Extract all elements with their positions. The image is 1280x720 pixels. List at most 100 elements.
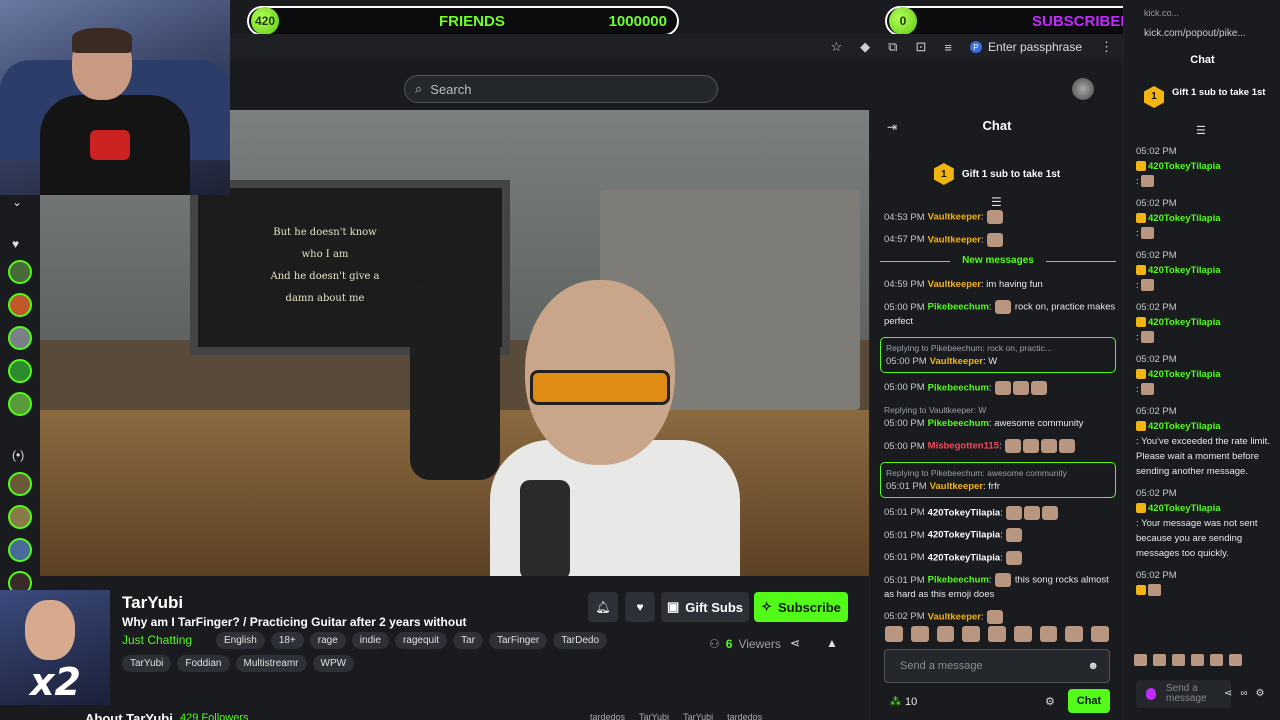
chat-message-input[interactable]: Send a message ☻ bbox=[884, 649, 1110, 683]
pinned-gift-banner[interactable]: 1 Gift 1 sub to take 1st bbox=[870, 154, 1124, 194]
social-link-x[interactable]: tardedos bbox=[590, 712, 625, 720]
channel-points[interactable]: ⁂ 10 bbox=[890, 695, 917, 709]
emote-button[interactable] bbox=[1191, 654, 1204, 666]
message-user[interactable]: 420TokeyTilapia bbox=[1148, 161, 1221, 172]
message-user[interactable]: 420TokeyTilapia bbox=[1148, 265, 1221, 276]
message-time: 04:53 PM bbox=[884, 211, 925, 223]
recommended-channel-avatar[interactable] bbox=[8, 472, 32, 496]
message-user[interactable]: 420TokeyTilapia bbox=[1148, 213, 1221, 224]
tag-chip[interactable]: TarYubi bbox=[122, 655, 172, 672]
message-user[interactable]: Vaultkeeper bbox=[928, 234, 981, 245]
social-link-tiktok[interactable]: tardedos bbox=[727, 712, 762, 720]
star-icon[interactable]: ☆ bbox=[830, 39, 842, 55]
emote-button[interactable] bbox=[1229, 654, 1242, 666]
tag-chip[interactable]: TarDedo bbox=[553, 632, 608, 649]
emote-button[interactable] bbox=[1013, 626, 1032, 642]
tag-chip[interactable]: TarFinger bbox=[488, 632, 548, 649]
tag-chip[interactable]: rage bbox=[309, 632, 346, 649]
message-user[interactable]: Pikebeechum bbox=[928, 382, 989, 393]
popout-pinned-banner[interactable]: 1 Gift 1 sub to take 1st bbox=[1144, 86, 1274, 108]
passphrase-chip[interactable]: P Enter passphrase bbox=[969, 40, 1082, 54]
popout-tab-title[interactable]: kick.co... bbox=[1144, 8, 1179, 18]
extensions-puzzle-icon[interactable]: ⧉ bbox=[888, 39, 897, 55]
live-broadcast-icon[interactable]: (•) bbox=[12, 448, 24, 462]
emote-button[interactable] bbox=[1153, 654, 1166, 666]
filter-icon[interactable]: ☰ bbox=[991, 195, 1002, 209]
recommended-channel-avatar[interactable] bbox=[8, 505, 32, 529]
badge-icon bbox=[1136, 265, 1146, 276]
followed-channel-avatar[interactable] bbox=[8, 359, 32, 383]
message-text: : bbox=[1136, 228, 1139, 239]
share-icon[interactable]: ⋖ bbox=[790, 636, 800, 650]
message-user[interactable]: Vaultkeeper bbox=[928, 611, 981, 622]
tag-chip[interactable]: ragequit bbox=[394, 632, 448, 649]
recommended-channel-avatar[interactable] bbox=[8, 538, 32, 562]
screenshot-icon[interactable]: ⊡ bbox=[915, 39, 926, 55]
tag-chip[interactable]: Multistreamr bbox=[235, 655, 307, 672]
gift-subs-button[interactable]: ▣ Gift Subs bbox=[661, 592, 749, 622]
chevron-down-icon[interactable]: ⌄ bbox=[12, 195, 22, 209]
message-user[interactable]: Misbegotten115 bbox=[928, 441, 999, 452]
followed-channel-avatar[interactable] bbox=[8, 293, 32, 317]
streamer-name[interactable]: TarYubi bbox=[122, 593, 183, 613]
emote-button[interactable] bbox=[1134, 654, 1147, 666]
social-link-kick[interactable]: TarYubi bbox=[639, 712, 669, 720]
gear-icon[interactable]: ⚙ bbox=[1256, 688, 1265, 699]
message-user[interactable]: 420TokeyTilapia bbox=[928, 507, 1001, 518]
emote-button[interactable] bbox=[1065, 626, 1084, 642]
message-user[interactable]: 420TokeyTilapia bbox=[928, 530, 1001, 541]
emote-button[interactable] bbox=[910, 626, 929, 642]
followed-channel-avatar[interactable] bbox=[8, 260, 32, 284]
tag-chip[interactable]: 18+ bbox=[270, 632, 304, 649]
follow-heart-button[interactable]: ♥ bbox=[625, 592, 655, 622]
stream-category[interactable]: Just Chatting bbox=[122, 633, 192, 647]
tag-chip[interactable]: Tar bbox=[453, 632, 483, 649]
microphone-icon[interactable] bbox=[1146, 688, 1156, 700]
send-chat-button[interactable]: Chat bbox=[1068, 689, 1110, 713]
emoji-picker-icon[interactable]: ☻ bbox=[1087, 660, 1099, 672]
playlist-icon[interactable]: ≡ bbox=[944, 40, 952, 55]
search-input[interactable]: ⌕ Search bbox=[404, 75, 718, 103]
emote-button[interactable] bbox=[988, 626, 1006, 642]
share-icon[interactable]: ⋖ bbox=[1224, 688, 1232, 699]
gear-icon[interactable]: ⚙ bbox=[1045, 695, 1055, 708]
heart-icon[interactable]: ♥ bbox=[12, 237, 19, 251]
tag-chip[interactable]: indie bbox=[351, 632, 389, 649]
message-user[interactable]: Vaultkeeper bbox=[930, 481, 983, 492]
message-user[interactable]: 420TokeyTilapia bbox=[1148, 421, 1221, 432]
report-warning-icon[interactable]: ▲ bbox=[826, 636, 838, 650]
message-user[interactable]: Pikebeechum bbox=[928, 418, 989, 429]
followed-channel-avatar[interactable] bbox=[8, 326, 32, 350]
message-user[interactable]: 420TokeyTilapia bbox=[1148, 317, 1221, 328]
emote-button[interactable] bbox=[1039, 626, 1058, 642]
tag-chip[interactable]: WPW bbox=[312, 655, 355, 672]
message-user[interactable]: 420TokeyTilapia bbox=[928, 552, 1001, 563]
browser-menu-icon[interactable]: ⋮ bbox=[1100, 39, 1113, 55]
message-user[interactable]: 420TokeyTilapia bbox=[1148, 369, 1221, 380]
infinity-icon[interactable]: ∞ bbox=[1240, 688, 1247, 699]
subscribe-button[interactable]: ✧ Subscribe bbox=[754, 592, 848, 622]
user-avatar[interactable] bbox=[1072, 78, 1094, 100]
new-messages-divider[interactable]: New messages bbox=[880, 255, 1116, 266]
message-user[interactable]: Pikebeechum bbox=[928, 575, 989, 586]
emote-button[interactable] bbox=[1091, 626, 1110, 642]
emote-button[interactable] bbox=[885, 626, 903, 642]
social-link-instagram[interactable]: TarYubi bbox=[683, 712, 713, 720]
emote-button[interactable] bbox=[936, 626, 955, 642]
message-user[interactable]: Vaultkeeper bbox=[928, 279, 981, 290]
followed-channel-avatar[interactable] bbox=[8, 392, 32, 416]
emote-button[interactable] bbox=[1210, 654, 1223, 666]
message-user[interactable]: 420TokeyTilapia bbox=[1148, 503, 1221, 514]
notification-bell-button[interactable]: 🔔︎ bbox=[588, 592, 618, 622]
message-user[interactable]: Vaultkeeper bbox=[928, 212, 981, 223]
popout-url-bar[interactable]: kick.com/popout/pike... bbox=[1144, 28, 1280, 39]
friends-goal-target: 1000000 bbox=[608, 12, 667, 30]
message-user[interactable]: Pikebeechum bbox=[928, 302, 989, 313]
tag-chip[interactable]: English bbox=[216, 632, 265, 649]
message-user[interactable]: Vaultkeeper bbox=[930, 356, 983, 367]
extension-diamond-icon[interactable]: ◆ bbox=[860, 39, 870, 55]
tag-chip[interactable]: Foddian bbox=[177, 655, 230, 672]
emote-button[interactable] bbox=[962, 626, 981, 642]
filter-icon[interactable]: ☰ bbox=[1196, 124, 1206, 137]
emote-button[interactable] bbox=[1172, 654, 1185, 666]
